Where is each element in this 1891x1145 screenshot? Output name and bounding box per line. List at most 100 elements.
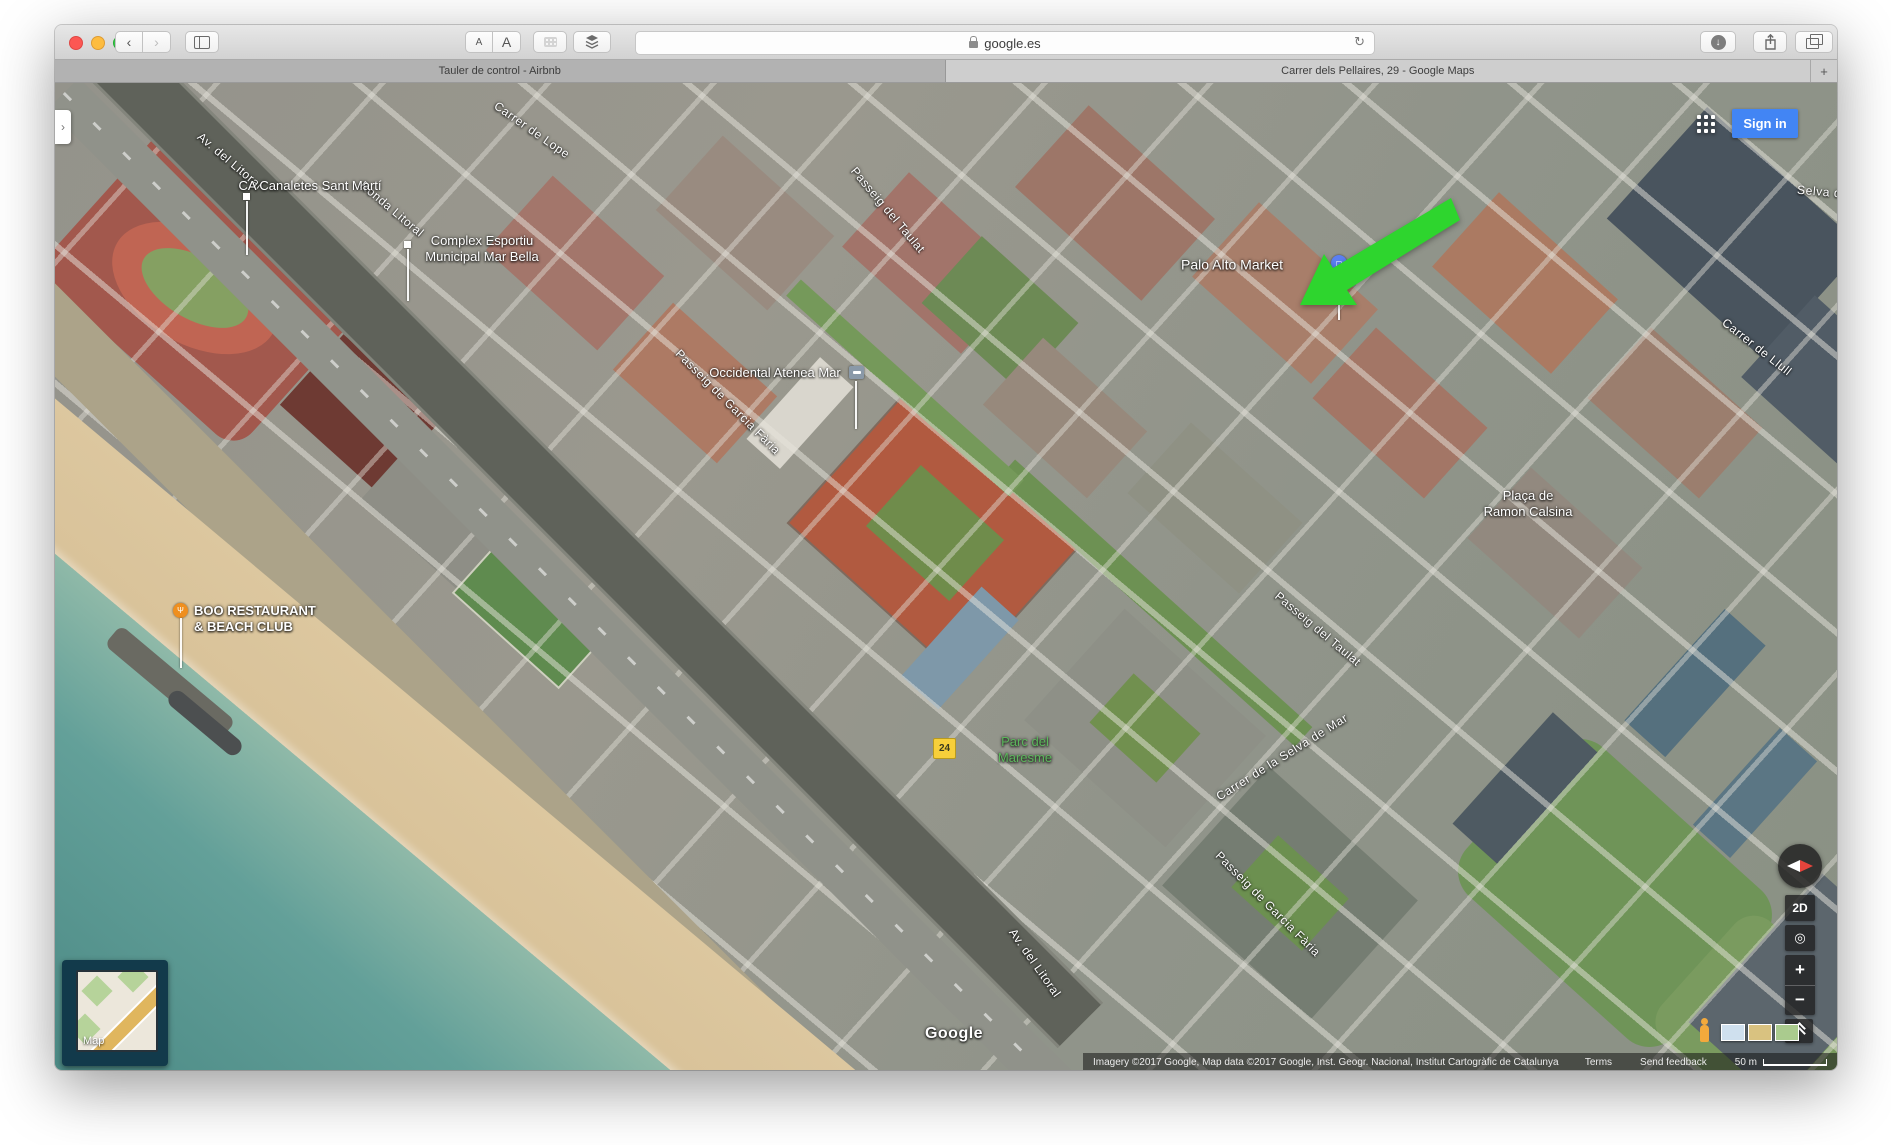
smaller-text-button[interactable]: A [465, 31, 493, 53]
my-location-button[interactable]: ◎ [1785, 925, 1815, 951]
boo-pin-column: Ψ [173, 603, 188, 668]
muted-toolbar-button[interactable] [533, 31, 567, 53]
2d-label: 2D [1792, 901, 1807, 915]
map-thumb-park-block [117, 970, 148, 993]
downloads-icon: ↓ [1711, 35, 1726, 50]
share-button[interactable] [1753, 31, 1787, 53]
desktop: ‹ › A A google.es ↻ ↓ [0, 0, 1891, 1145]
close-window-button[interactable] [69, 36, 83, 50]
route-badge-number: 24 [939, 743, 950, 754]
boo-line1: BOO RESTAURANT [194, 603, 316, 618]
scale-bar [1763, 1059, 1827, 1066]
boo-restaurant-pin[interactable]: Ψ [173, 603, 188, 618]
apps-grid-icon [1704, 115, 1708, 119]
map-type-panel: Map [62, 960, 168, 1066]
imagery-thumbnail-terrain[interactable] [1748, 1024, 1772, 1041]
apps-grid-icon [1704, 129, 1708, 133]
bed-icon [853, 371, 861, 374]
poi-label-boo-restaurant: BOO RESTAURANT & BEACH CLUB [194, 603, 316, 668]
google-apps-button[interactable] [1694, 112, 1718, 136]
apps-grid-icon [1697, 129, 1701, 133]
attribution-text: Imagery ©2017 Google, Map data ©2017 Goo… [1093, 1057, 1559, 1068]
larger-text-button[interactable]: A [493, 31, 521, 53]
tab-overview-icon [1806, 38, 1819, 49]
occidental-pin-stick [855, 381, 857, 429]
back-button[interactable]: ‹ [115, 31, 143, 53]
https-lock-icon [969, 41, 978, 48]
expander-chevron-icon: › [61, 120, 65, 134]
complex-esportiu-line1: Complex Esportiu [431, 233, 534, 248]
complex-esportiu-marker-stick [407, 249, 409, 301]
layers-stack-icon [585, 35, 599, 49]
minimize-window-button[interactable] [91, 36, 105, 50]
my-location-icon: ◎ [1794, 930, 1805, 946]
google-watermark: Google [925, 1024, 983, 1044]
poi-label-palo-alto-market[interactable]: Palo Alto Market [1181, 256, 1283, 274]
poi-label-parc-maresme: Parc del Maresme [998, 734, 1052, 767]
stacks-button[interactable] [573, 31, 611, 53]
apps-grid-icon [1697, 122, 1701, 126]
back-icon: ‹ [127, 35, 132, 49]
address-bar[interactable]: google.es ↻ [635, 31, 1375, 55]
apps-grid-icon [1704, 122, 1708, 126]
ca-canaletes-marker-stick [246, 201, 248, 255]
topsites-grid-icon [544, 37, 557, 47]
imagery-thumbnail-map[interactable] [1775, 1024, 1799, 1041]
downloads-button[interactable]: ↓ [1700, 31, 1736, 53]
terms-link[interactable]: Terms [1585, 1057, 1612, 1068]
route-badge-24: 24 [933, 738, 956, 759]
safari-window: ‹ › A A google.es ↻ ↓ [55, 25, 1837, 1070]
green-annotation-arrow [1290, 195, 1465, 317]
map-toggle-label: Map [83, 1035, 104, 1047]
ca-canaletes-marker[interactable] [243, 193, 250, 200]
complex-esportiu-line2: Municipal Mar Bella [425, 249, 538, 264]
forward-icon: › [154, 35, 159, 49]
sidebar-button[interactable] [185, 31, 219, 53]
tab-bar: Tauler de control - Airbnb Carrer dels P… [55, 60, 1837, 83]
panel-expander-button[interactable]: › [55, 110, 71, 144]
reload-icon[interactable]: ↻ [1354, 34, 1365, 50]
tab-overview-button[interactable] [1795, 31, 1833, 53]
tab-airbnb-title: Tauler de control - Airbnb [439, 65, 561, 77]
boo-pin-stick [180, 618, 182, 668]
larger-text-label: A [502, 34, 511, 50]
send-feedback-link[interactable]: Send feedback [1640, 1057, 1707, 1068]
poi-label-occidental-atenea[interactable]: Occidental Atenea Mar [709, 365, 841, 381]
poi-label-ca-canaletes[interactable]: CA Canaletes Sant Martí [238, 178, 381, 194]
forward-button[interactable]: › [143, 31, 171, 53]
boo-line2: & BEACH CLUB [194, 619, 293, 634]
occidental-hotel-pin[interactable] [849, 366, 864, 379]
tab-google-maps[interactable]: Carrer dels Pellaires, 29 - Google Maps [946, 60, 1811, 82]
tab-airbnb[interactable]: Tauler de control - Airbnb [55, 60, 946, 82]
imagery-thumbnail-sky[interactable] [1721, 1024, 1745, 1041]
scale-label: 50 m [1735, 1057, 1757, 1068]
compass-needle-north [1800, 860, 1813, 872]
zoom-out-button[interactable]: − [1785, 986, 1815, 1015]
url-text: google.es [984, 36, 1040, 51]
zoom-in-button[interactable]: + [1785, 956, 1815, 986]
poi-label-complex-esportiu[interactable]: Complex Esportiu Municipal Mar Bella [425, 233, 538, 266]
pegman-control[interactable] [1700, 1025, 1709, 1042]
new-tab-button[interactable]: + [1810, 60, 1837, 82]
apps-grid-icon [1711, 122, 1715, 126]
map-type-toggle[interactable]: Map [76, 970, 158, 1052]
2d-toggle-button[interactable]: 2D [1785, 895, 1815, 921]
placa-line1: Plaça de [1503, 488, 1554, 503]
apps-grid-icon [1711, 115, 1715, 119]
compass-needle-south [1787, 860, 1800, 872]
boo-restaurant-group[interactable]: Ψ BOO RESTAURANT & BEACH CLUB [173, 603, 316, 668]
browser-toolbar: ‹ › A A google.es ↻ ↓ [55, 25, 1837, 60]
satellite-map-canvas[interactable]: Av. del Litoral Carrer de Lope Ronda Lit… [55, 83, 1837, 1070]
new-tab-icon: + [1820, 64, 1828, 79]
history-nav: ‹ › [115, 31, 171, 53]
share-icon [1764, 34, 1777, 50]
sidebar-icon [194, 36, 210, 49]
complex-esportiu-marker[interactable] [404, 241, 411, 248]
compass-control[interactable] [1778, 844, 1822, 888]
apps-grid-icon [1711, 129, 1715, 133]
poi-label-placa-ramon-calsina: Plaça de Ramon Calsina [1484, 488, 1573, 521]
sign-in-button[interactable]: Sign in [1732, 109, 1798, 138]
apps-grid-icon [1697, 115, 1701, 119]
attribution-bar: Imagery ©2017 Google, Map data ©2017 Goo… [1083, 1053, 1837, 1070]
smaller-text-label: A [476, 37, 483, 48]
